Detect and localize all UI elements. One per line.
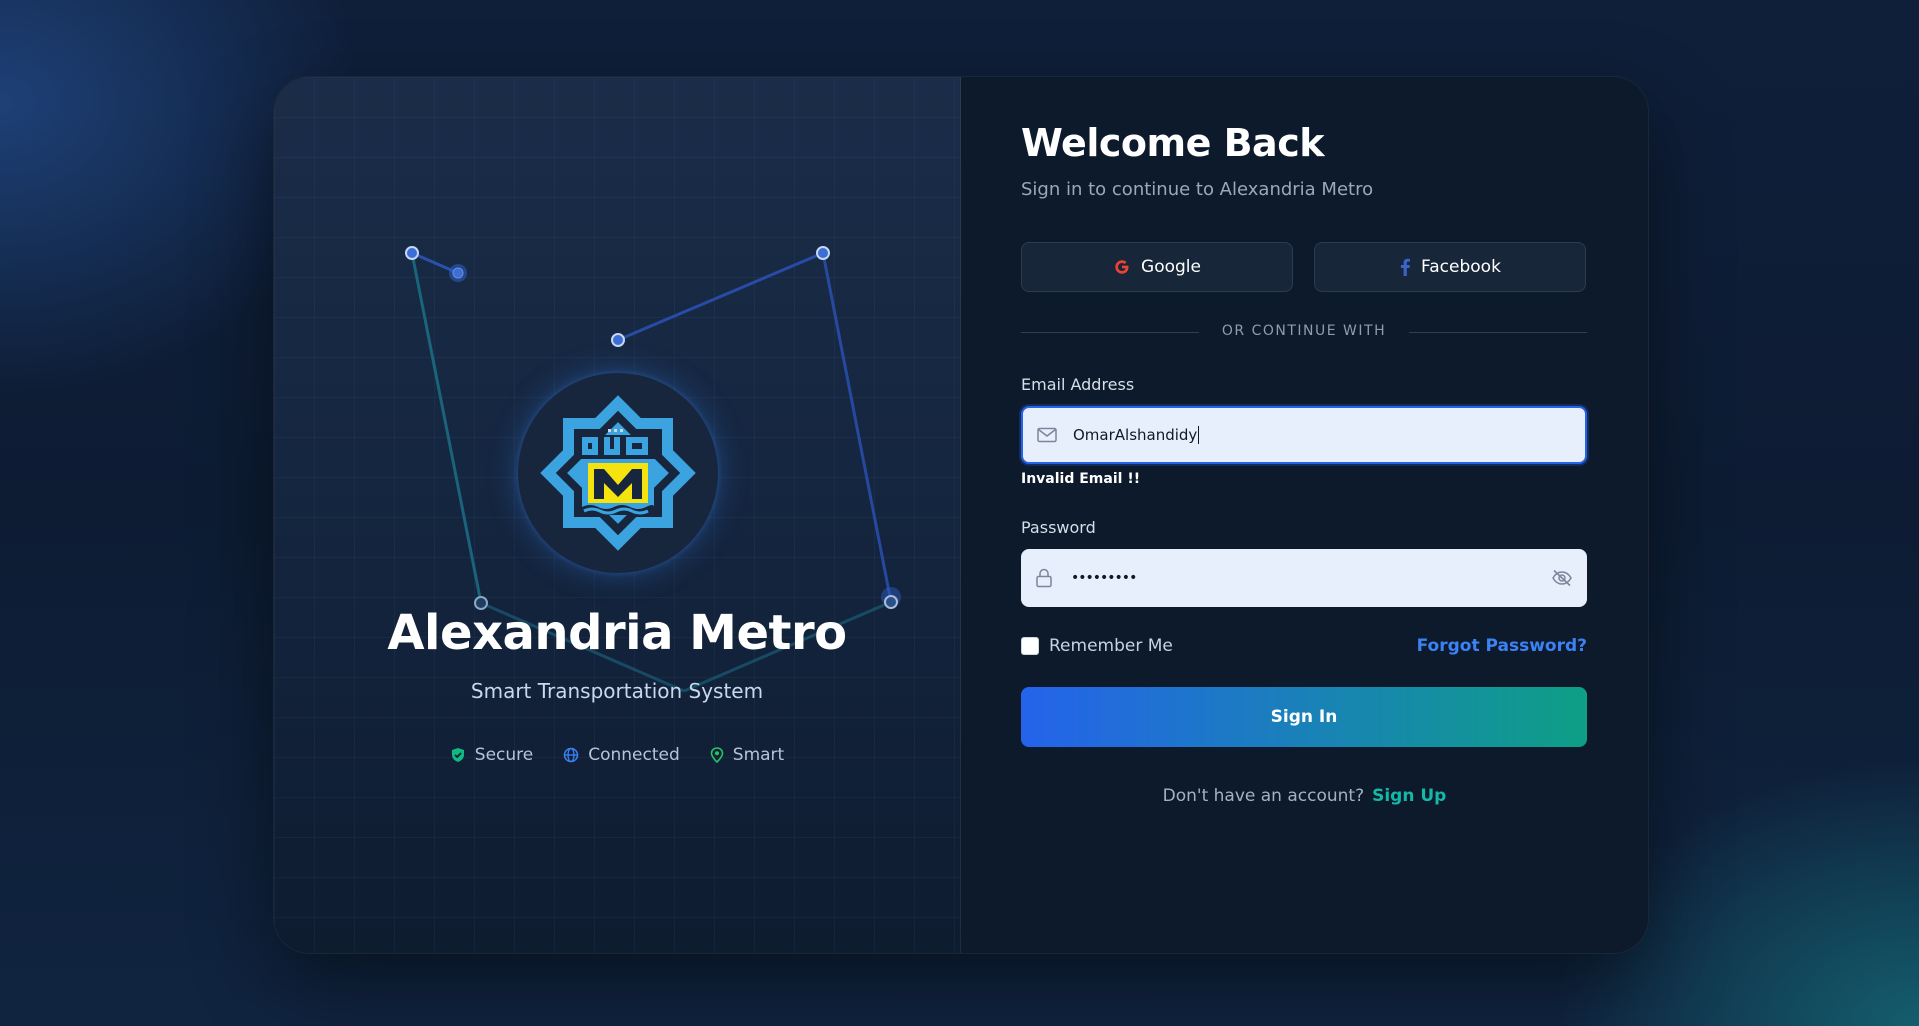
feature-secure: Secure xyxy=(450,745,533,765)
divider-text: OR CONTINUE WITH xyxy=(1221,323,1387,339)
feature-label: Secure xyxy=(474,745,534,765)
forgot-password-link[interactable]: Forgot Password? xyxy=(1417,636,1587,656)
feature-smart: Smart xyxy=(710,745,784,765)
page-subtitle: Sign in to continue to Alexandria Metro xyxy=(1021,179,1374,200)
password-value[interactable]: ••••••••• xyxy=(1071,570,1137,586)
email-label: Email Address xyxy=(1021,375,1135,394)
facebook-icon xyxy=(1400,258,1411,276)
eye-off-icon[interactable] xyxy=(1551,569,1573,587)
brand-subtitle: Smart Transportation System xyxy=(470,679,764,703)
feature-connected: Connected xyxy=(563,745,680,765)
sign-in-button[interactable]: Sign In xyxy=(1021,687,1587,747)
google-label: Google xyxy=(1141,257,1201,277)
email-error-message: Invalid Email !! xyxy=(1021,471,1141,487)
password-label: Password xyxy=(1021,518,1096,537)
remember-me-label[interactable]: Remember Me xyxy=(1049,636,1173,656)
lock-icon xyxy=(1036,568,1052,588)
alexandria-metro-logo-icon xyxy=(540,395,696,551)
feature-label: Connected xyxy=(588,745,680,765)
sign-up-link[interactable]: Sign Up xyxy=(1372,786,1446,806)
page-title: Welcome Back xyxy=(1021,121,1325,165)
google-signin-button[interactable]: Google xyxy=(1021,242,1293,292)
remember-me: Remember Me xyxy=(1021,636,1173,656)
shield-check-icon xyxy=(451,748,464,762)
logo-badge xyxy=(518,373,718,573)
email-value[interactable]: OmarAlshandidy xyxy=(1073,426,1200,445)
facebook-signin-button[interactable]: Facebook xyxy=(1314,242,1586,292)
feature-list: Secure Connected Smart xyxy=(274,745,960,765)
email-field[interactable]: OmarAlshandidy xyxy=(1021,406,1587,464)
signup-prompt: Don't have an account? xyxy=(1162,786,1365,806)
feature-label: Smart xyxy=(732,745,785,765)
map-pin-icon xyxy=(710,747,724,763)
remember-me-checkbox[interactable] xyxy=(1021,637,1039,655)
password-field[interactable]: ••••••••• xyxy=(1021,549,1587,607)
login-card: Alexandria Metro Smart Transportation Sy… xyxy=(273,76,1649,954)
signup-prompt-row: Don't have an account? Sign Up xyxy=(961,786,1648,806)
brand-panel: Alexandria Metro Smart Transportation Sy… xyxy=(274,77,961,953)
mail-icon xyxy=(1037,427,1057,443)
brand-title: Alexandria Metro xyxy=(387,605,847,661)
facebook-label: Facebook xyxy=(1421,257,1501,277)
login-panel: Welcome Back Sign in to continue to Alex… xyxy=(961,77,1648,953)
or-divider: OR CONTINUE WITH xyxy=(1021,323,1587,343)
globe-icon xyxy=(563,747,579,763)
google-icon xyxy=(1115,260,1129,274)
text-caret xyxy=(1198,426,1200,445)
